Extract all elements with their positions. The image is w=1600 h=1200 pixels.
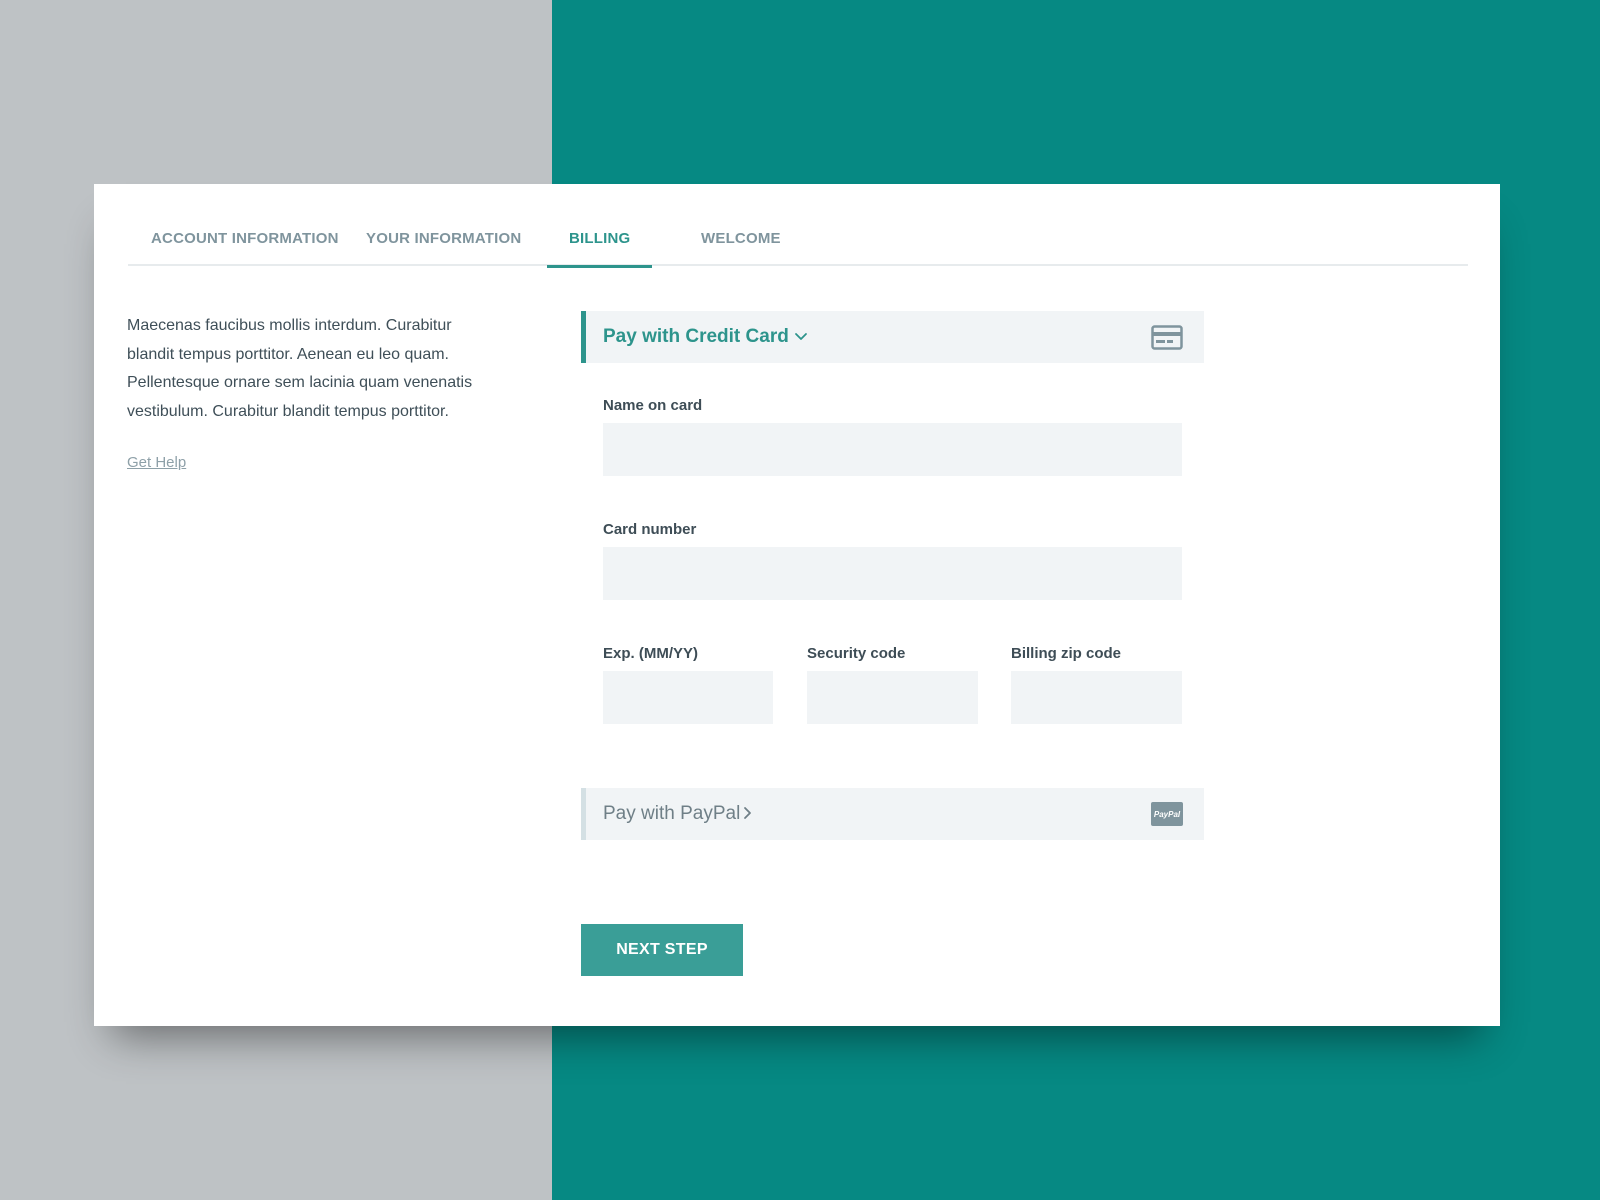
expiration-input[interactable]	[603, 671, 773, 724]
billing-card: ACCOUNT INFORMATION YOUR INFORMATION BIL…	[94, 184, 1500, 1026]
credit-card-panel-title: Pay with Credit Card	[603, 326, 789, 347]
security-code-input[interactable]	[807, 671, 978, 724]
credit-card-icon	[1151, 325, 1183, 350]
paypal-panel-accent-bar	[581, 788, 586, 840]
svg-text:PayPal: PayPal	[1154, 810, 1181, 819]
billing-zip-label: Billing zip code	[1011, 645, 1122, 662]
chevron-down-icon	[795, 333, 807, 340]
paypal-panel-title: Pay with PayPal	[603, 803, 741, 824]
tab-account-information[interactable]: ACCOUNT INFORMATION	[151, 230, 339, 266]
expiration-label: Exp. (MM/YY)	[603, 645, 699, 662]
credit-card-panel-accent-bar	[581, 311, 586, 363]
card-number-input[interactable]	[603, 547, 1182, 600]
credit-card-panel-header[interactable]: Pay with Credit Card	[581, 311, 1204, 363]
paypal-panel-header[interactable]: Pay with PayPal PayPal	[581, 788, 1204, 840]
tab-welcome[interactable]: WELCOME	[701, 230, 781, 266]
name-on-card-label: Name on card	[603, 397, 703, 414]
chevron-right-icon	[744, 807, 751, 819]
card-number-label: Card number	[603, 521, 697, 538]
intro-text: Maecenas faucibus mollis interdum. Curab…	[127, 317, 473, 420]
billing-zip-input[interactable]	[1011, 671, 1182, 724]
tab-your-information[interactable]: YOUR INFORMATION	[366, 230, 521, 266]
tab-billing[interactable]: BILLING	[546, 230, 653, 268]
name-on-card-input[interactable]	[603, 423, 1182, 476]
paypal-icon: PayPal	[1151, 802, 1183, 826]
next-step-button[interactable]: NEXT STEP	[581, 924, 743, 976]
get-help-link[interactable]: Get Help	[127, 454, 186, 471]
security-code-label: Security code	[807, 645, 906, 662]
step-tabs: ACCOUNT INFORMATION YOUR INFORMATION BIL…	[128, 184, 1468, 268]
